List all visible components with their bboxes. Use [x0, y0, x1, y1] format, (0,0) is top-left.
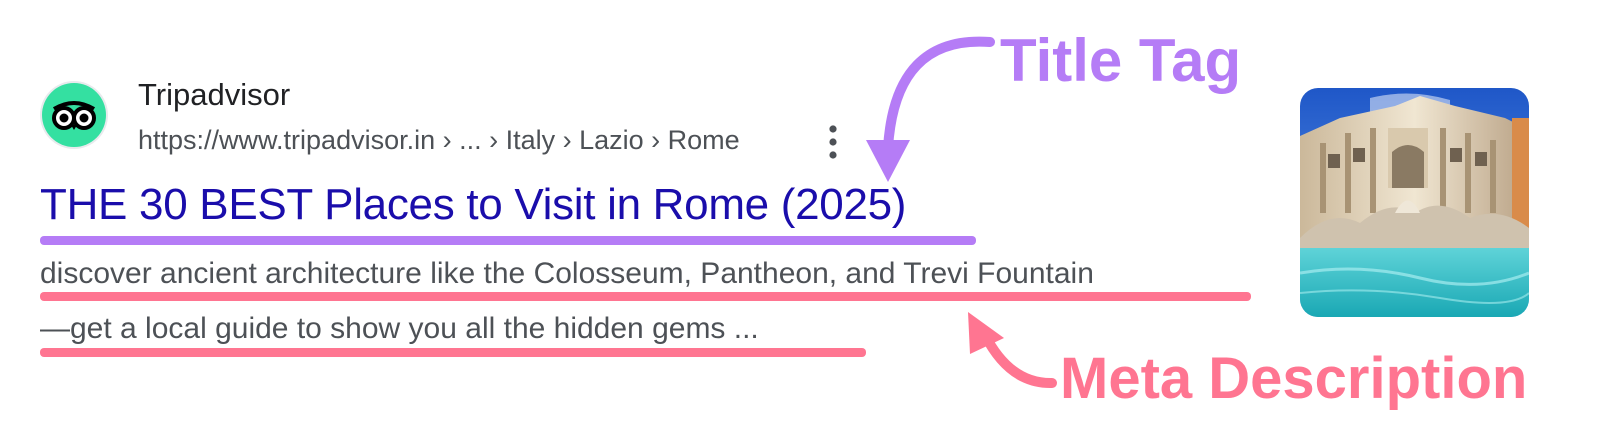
result-thumbnail[interactable]: [1300, 88, 1529, 317]
trevi-fountain-image: [1300, 88, 1529, 317]
meta-description-highlight-1: [40, 292, 1251, 301]
title-tag-label: Title Tag: [1000, 27, 1242, 94]
more-options-button[interactable]: [821, 122, 845, 162]
meta-description-arrow-icon: [968, 312, 1057, 389]
title-tag-arrow-icon: [866, 36, 995, 182]
vertical-dots-icon: [829, 125, 837, 159]
result-title-link[interactable]: THE 30 BEST Places to Visit in Rome (202…: [40, 180, 906, 230]
site-favicon[interactable]: [40, 81, 108, 149]
meta-description-highlight-2: [40, 348, 866, 357]
meta-description-line-2: —get a local guide to show you all the h…: [40, 312, 759, 345]
breadcrumb-url[interactable]: https://www.tripadvisor.in › ... › Italy…: [138, 125, 740, 156]
meta-description-line-1: discover ancient architecture like the C…: [40, 257, 1094, 290]
meta-description-label: Meta Description: [1060, 346, 1528, 411]
site-name[interactable]: Tripadvisor: [138, 77, 290, 113]
title-tag-highlight: [40, 236, 976, 245]
tripadvisor-owl-icon: [42, 83, 106, 147]
